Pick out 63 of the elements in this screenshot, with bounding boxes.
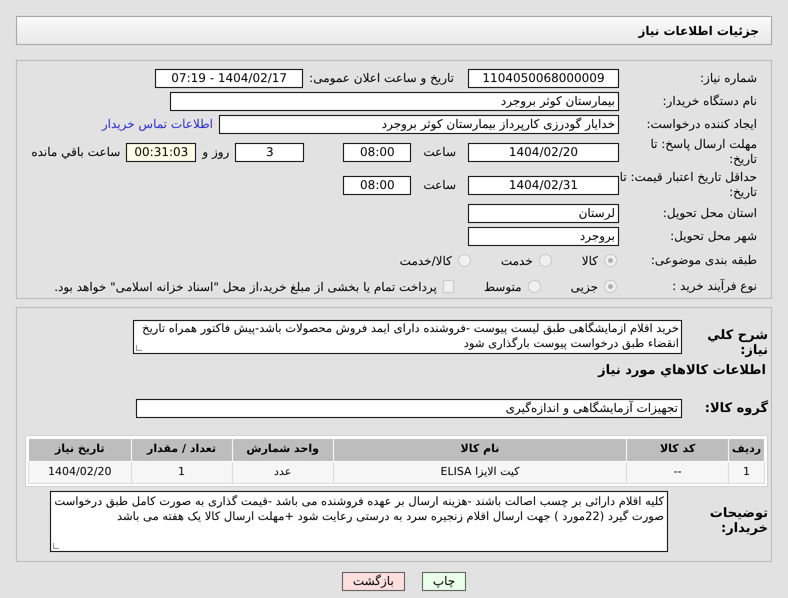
column-header: واحد شمارش — [232, 438, 334, 461]
city-field[interactable]: بروجرد — [468, 226, 619, 246]
description-field[interactable]: خرید اقلام ازمایشگاهی طبق لیست پیوست -فروشنده دارای ایمد فروش محصولات باشد-پیش فاکتور همراه تاریخ انقضاء طبق درخواست پیوست بارگذاری شود — [133, 320, 682, 354]
radio-button[interactable] — [528, 280, 541, 294]
field-label: استان محل تحویل: — [662, 206, 757, 221]
remaining-time-field[interactable]: 00:31:03 — [126, 142, 196, 162]
table-cell: عدد — [232, 461, 334, 483]
field-label: شرح کلي نیاز: — [706, 327, 768, 358]
table-cell: 1404/02/20 — [28, 461, 132, 483]
creator-field[interactable]: خدایار گودرزی کارپرداز بیمارستان کوثر بروجرد — [219, 114, 619, 134]
column-header: تاریخ نیاز — [28, 438, 132, 461]
column-header: ردیف — [728, 438, 764, 461]
province-field[interactable]: لرستان — [468, 204, 619, 223]
need-number-field[interactable]: 1104050068000009 — [468, 68, 619, 88]
field-label: مهلت ارسال پاسخ: تا تاریخ: — [649, 137, 757, 168]
field-label: نام دستگاه خریدار: — [662, 94, 757, 109]
table-cell: 1 — [131, 461, 232, 483]
field-label: حداقل تاریخ اعتبار قیمت: تا تاریخ: — [619, 170, 757, 200]
table-cell: کیت الایزا ELISA — [333, 461, 627, 483]
radio-label: جزیی — [570, 278, 598, 296]
buyer-notes-field[interactable]: کلیه اقلام دارائی بر چسب اصالت باشند -هزینه ارسال بر عهده فروشنده می باشد -قیمت گذاری به صورت کامل طبق درخواست صورت گیرد (22مورد ) جهت ارسال اقلام زنجیره سرد به درستی رعایت شود +مهلت ارسال کالا یک هفته می باشد — [50, 490, 668, 552]
print-button[interactable]: چاپ — [422, 572, 466, 591]
field-label: طبقه بندی موضوعی: — [650, 253, 757, 268]
field-label: شماره نیاز: — [699, 70, 757, 86]
field-label: روز و — [202, 144, 230, 162]
resize-grip-icon — [53, 542, 59, 548]
treasury-note: پرداخت تمام یا بخشی از مبلغ خرید،از محل "اسناد خزانه اسلامی" خواهد بود. — [54, 278, 437, 296]
radio-button[interactable] — [604, 254, 617, 268]
field-label: گروه کالا: — [704, 400, 768, 416]
column-header: کد کالا — [626, 438, 729, 461]
field-label: ایجاد کننده درخواست: — [645, 116, 757, 132]
deadline-date-field[interactable]: 1404/02/20 — [468, 142, 619, 162]
validity-date-field[interactable]: 1404/02/31 — [468, 176, 619, 195]
radio-label: خدمت — [500, 252, 533, 270]
goods-group-field[interactable]: تجهیزات آزمایشگاهی و اندازه‌گیری — [136, 398, 682, 418]
section-heading: اطلاعات کالاهاي مورد نیاز — [596, 362, 766, 380]
announce-date-field[interactable]: 1404/02/17 - 07:19 — [155, 68, 304, 88]
radio-button[interactable] — [604, 280, 617, 294]
table-cell: 1 — [728, 461, 764, 483]
days-field[interactable]: 3 — [235, 142, 304, 162]
radio-label: کالا — [582, 252, 598, 270]
radio-button[interactable] — [538, 254, 552, 268]
buyer-name-field[interactable]: بیمارستان کوثر بروجرد — [170, 92, 619, 111]
field-label: ساعت — [423, 177, 456, 194]
checkbox[interactable] — [442, 280, 454, 294]
table-cell: -- — [626, 461, 729, 483]
column-header: نام کالا — [333, 438, 627, 461]
page-title: جزئیات اطلاعات نیاز — [638, 22, 759, 40]
field-label: شهر محل تحویل: — [669, 228, 757, 244]
back-button[interactable]: بازگشت — [342, 572, 405, 591]
resize-grip-icon — [136, 345, 142, 351]
buyer-contact-link[interactable]: اطلاعات تماس خریدار — [102, 115, 213, 134]
radio-label: کالا/خدمت — [400, 252, 452, 270]
field-label: ساعت — [423, 144, 456, 162]
field-label: نوع فرآیند خرید : — [671, 279, 757, 294]
field-label: ساعت باقي مانده — [31, 144, 120, 162]
column-header: تعداد / مقدار — [131, 438, 232, 461]
radio-button[interactable] — [458, 254, 471, 268]
field-label: توضیحات خریدار: — [708, 506, 768, 536]
deadline-time-field[interactable]: 08:00 — [343, 142, 412, 162]
field-label: تاریخ و ساعت اعلان عمومی: — [309, 70, 454, 88]
radio-label: متوسط — [484, 278, 522, 296]
validity-time-field[interactable]: 08:00 — [343, 176, 412, 195]
